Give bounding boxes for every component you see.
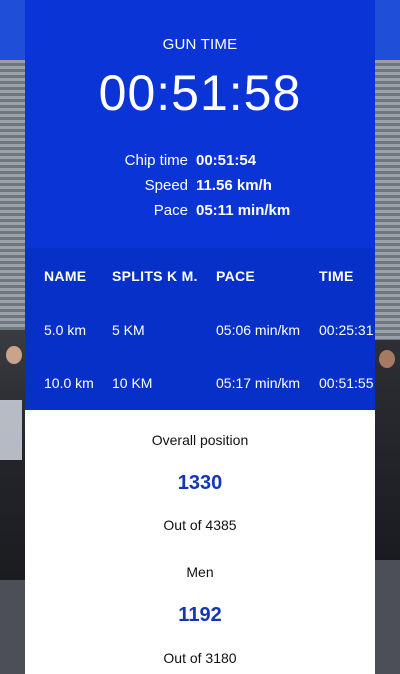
category-position-value: 1192 [178,604,222,626]
speed-label: Speed [144,177,188,194]
split-pace: 05:06 min/km [216,322,301,338]
gun-time-value: 00:51:58 [98,65,302,121]
header-pace: PACE [216,268,256,284]
gun-time-label: GUN TIME [162,36,238,53]
split-time: 00:25:31 [319,322,374,338]
header-splits: SPLITS K M. [112,268,198,284]
overall-out-of: Out of 4385 [163,517,237,533]
chip-time-label: Chip time [124,152,188,169]
chip-time-row: Chip time 00:51:54 [25,148,375,173]
split-label: 5 KM [112,322,145,338]
result-panel: GUN TIME 00:51:58 Chip time 00:51:54 Spe… [25,0,375,674]
header-time: TIME [319,268,354,284]
speed-row: Speed 11.56 km/h [25,173,375,198]
pace-label: Pace [153,202,188,219]
overall-position-value: 1330 [177,472,223,494]
category-out-of: Out of 3180 [163,650,237,666]
split-time: 00:51:55 [319,375,374,391]
splits-header-row: NAME SPLITS K M. PACE TIME [25,248,375,304]
overall-position-label: Overall position [151,432,249,448]
pace-value: 05:11 min/km [196,202,291,219]
header-name: NAME [44,268,87,284]
table-row: 10.0 km 10 KM 05:17 min/km 00:51:55 [25,356,375,410]
pace-row: Pace 05:11 min/km [25,198,375,223]
chip-time-value: 00:51:54 [196,152,257,169]
speed-value: 11.56 km/h [196,177,272,194]
splits-table: NAME SPLITS K M. PACE TIME 5.0 km 5 KM 0… [25,248,375,410]
split-name: 5.0 km [44,322,87,338]
split-name: 10.0 km [44,375,94,391]
table-row: 5.0 km 5 KM 05:06 min/km 00:25:31 [25,304,375,356]
timing-stats: Chip time 00:51:54 Speed 11.56 km/h Pace… [25,148,375,223]
split-label: 10 KM [112,375,153,391]
split-pace: 05:17 min/km [216,375,301,391]
results-section: Overall position 1330 Out of 4385 Men 11… [25,410,375,674]
category-label: Men [186,564,214,580]
background-runner-right [375,340,400,560]
